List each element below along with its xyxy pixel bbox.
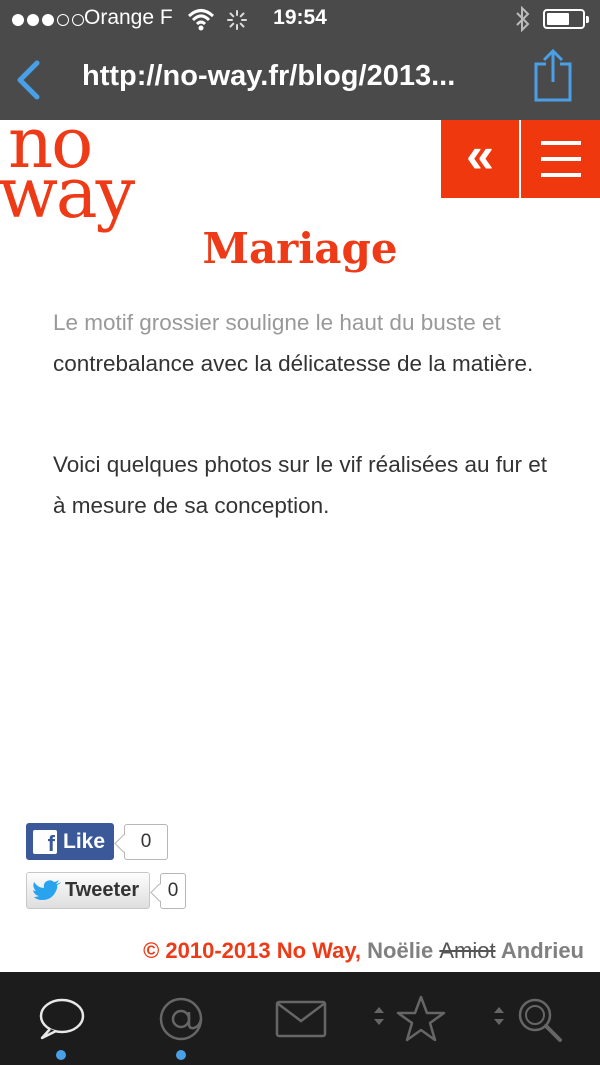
article-title: Mariage — [202, 224, 398, 273]
logo-line-2: way — [0, 152, 135, 234]
previous-button[interactable]: « — [441, 120, 519, 198]
tweet-count: 0 — [160, 873, 186, 909]
share-icon — [534, 48, 572, 102]
site-logo[interactable]: no way — [0, 108, 148, 234]
tab-messages[interactable] — [260, 972, 342, 1065]
double-chevron-left-icon: « — [466, 127, 494, 183]
tweet-label: Tweeter — [65, 879, 140, 901]
author-first-name: Noëlie — [367, 938, 434, 963]
tweet-button[interactable]: Tweeter — [26, 872, 150, 909]
tab-indicator-dot — [56, 1050, 66, 1060]
battery-nub — [586, 16, 589, 23]
menu-button[interactable] — [521, 120, 600, 198]
author-last-name: Andrieu — [500, 938, 584, 963]
magnifier-icon — [518, 998, 562, 1042]
tab-favorites[interactable] — [380, 972, 462, 1065]
hamburger-line — [540, 141, 581, 145]
url-field[interactable]: http://no-way.fr/blog/2013... — [82, 60, 512, 93]
site-footer: © 2010-2013 No Way, Noëlie Amiot Andrieu — [143, 938, 584, 964]
hamburger-icon — [540, 141, 581, 177]
status-time: 19:54 — [273, 6, 327, 29]
tab-mentions[interactable] — [140, 972, 222, 1065]
like-label: Like — [63, 829, 106, 853]
envelope-icon — [275, 1000, 327, 1037]
article-paragraph-2: Voici quelques photos sur le vif réalisé… — [53, 452, 548, 518]
back-button[interactable] — [12, 58, 44, 102]
tab-comments[interactable] — [20, 972, 102, 1065]
at-sign-icon — [159, 997, 203, 1040]
star-icon — [396, 995, 446, 1041]
twitter-bird-icon — [33, 879, 61, 900]
paragraph-muted-text: Le motif grossier souligne le haut du bu… — [53, 310, 501, 335]
status-bar: Orange F 19:54 — [0, 0, 600, 40]
paragraph-text: contrebalance avec la délicatesse de la … — [53, 351, 534, 376]
share-button[interactable] — [530, 46, 576, 104]
bluetooth-icon — [514, 5, 532, 37]
copyright-text: © 2010-2013 No Way, — [143, 938, 362, 963]
bottom-tab-bar — [0, 972, 600, 1065]
chevron-left-icon — [17, 60, 40, 100]
battery-level — [547, 13, 570, 25]
hamburger-line — [540, 157, 581, 161]
like-count: 0 — [124, 824, 168, 860]
facebook-icon: f — [33, 829, 57, 854]
tab-search[interactable] — [498, 972, 580, 1065]
author-struck-name: Amiot — [439, 938, 496, 963]
battery-icon — [543, 9, 589, 29]
facebook-like-button[interactable]: f Like — [26, 823, 114, 860]
article-paragraph-1: Le motif grossier souligne le haut du bu… — [53, 302, 553, 384]
speech-bubble-icon — [39, 998, 85, 1039]
hamburger-line — [540, 173, 581, 177]
tab-indicator-dot — [176, 1050, 186, 1060]
